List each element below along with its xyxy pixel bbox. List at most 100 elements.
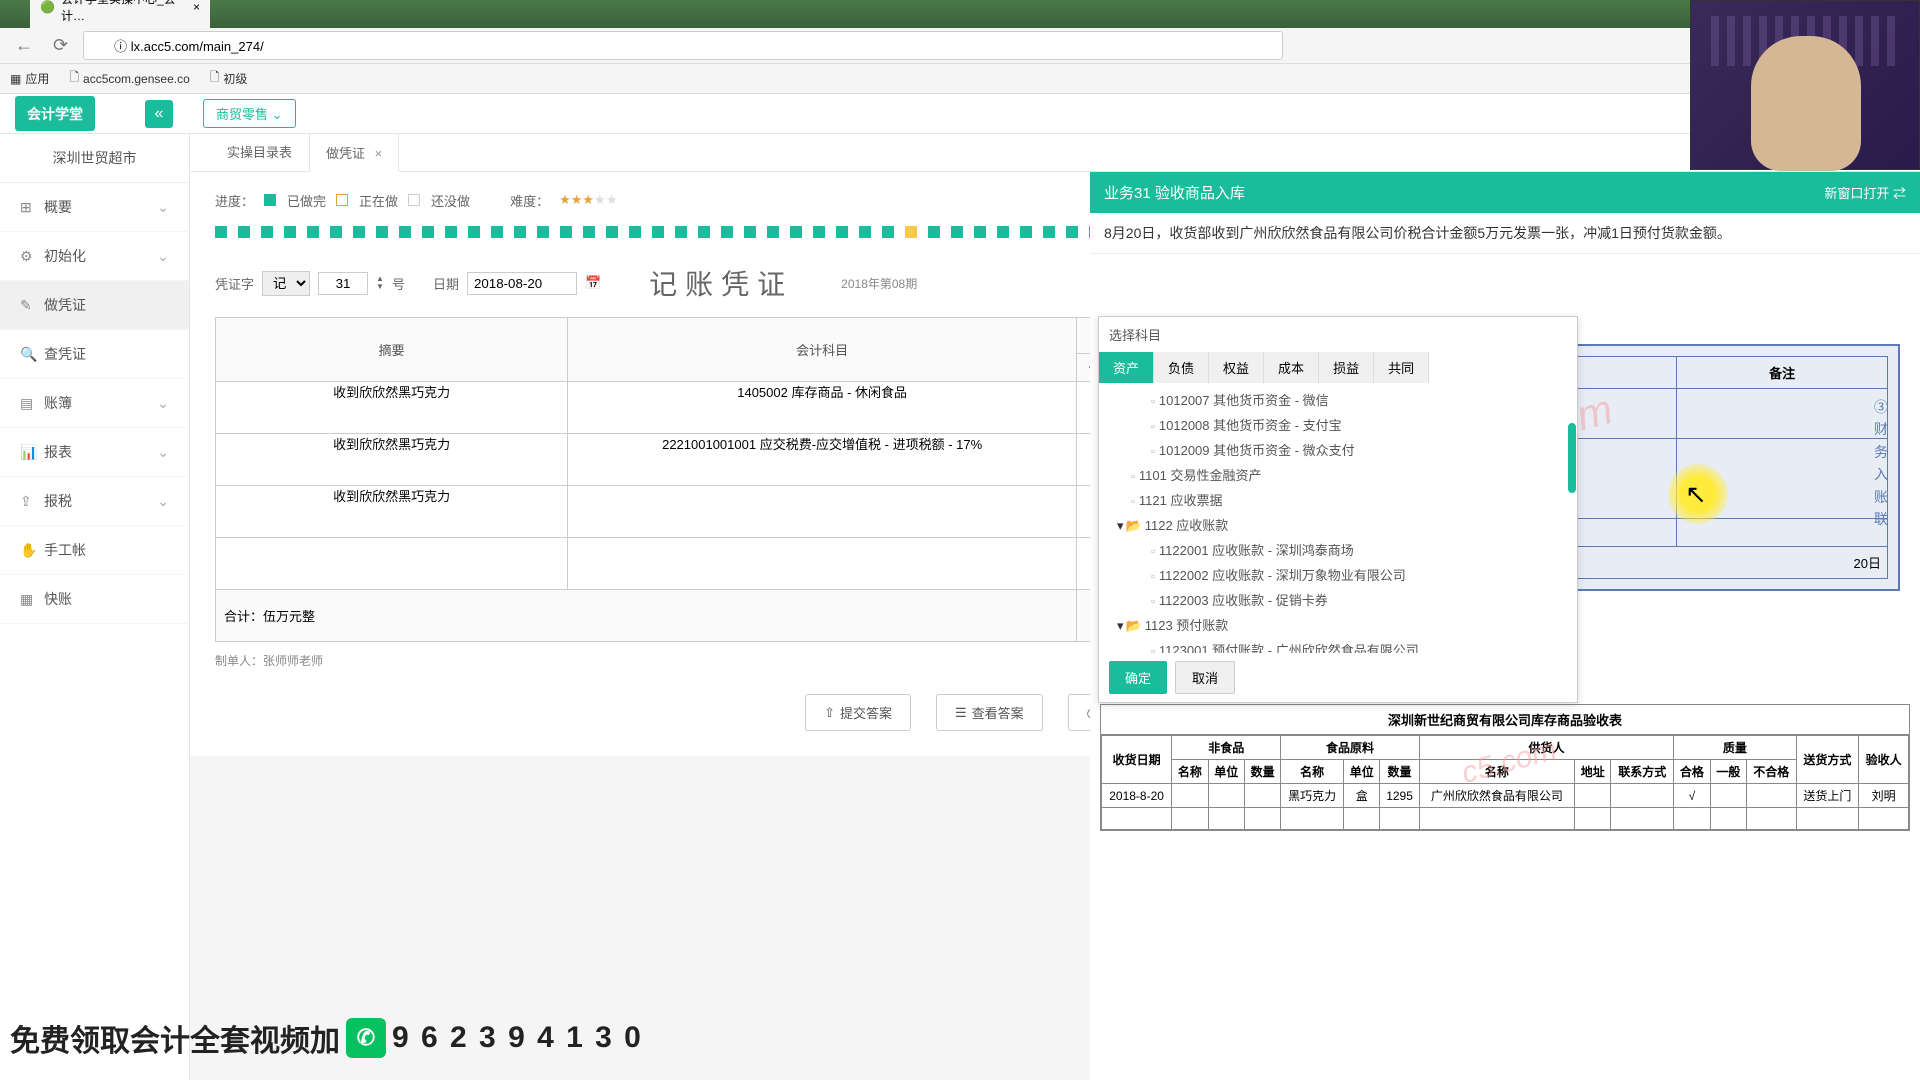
submit-answer-button[interactable]: ⇧提交答案 [805,694,911,731]
picker-tab[interactable]: 成本 [1264,352,1319,383]
sidebar-item[interactable]: 🔍查凭证 [0,330,189,379]
progress-cell[interactable] [537,226,549,238]
progress-cell[interactable] [353,226,365,238]
tree-item[interactable]: ▫1101 交易性金融资产 [1109,462,1567,487]
bookmark-item[interactable]: 🗋初级 [210,68,248,89]
progress-cell[interactable] [284,226,296,238]
browser-tab[interactable]: 🟢 会计学堂实操中心_会计… × [30,0,210,28]
picker-ok-button[interactable]: 确定 [1109,661,1167,694]
tree-item[interactable]: ▫1012009 其他货币资金 - 微众支付 [1109,437,1567,462]
progress-cell[interactable] [744,226,756,238]
bookmark-item[interactable]: 🗋acc5com.gensee.co [69,68,189,89]
progress-cell[interactable] [215,226,227,238]
picker-tab[interactable]: 损益 [1319,352,1374,383]
summary-cell[interactable] [216,538,568,590]
subject-cell[interactable] [568,538,1077,590]
tree-item[interactable]: ▫1012008 其他货币资金 - 支付宝 [1109,412,1567,437]
progress-cell[interactable] [721,226,733,238]
sidebar-item[interactable]: ⚙初始化⌄ [0,232,189,281]
progress-cell[interactable] [376,226,388,238]
progress-cell[interactable] [307,226,319,238]
picker-cancel-button[interactable]: 取消 [1175,661,1235,694]
subject-cell[interactable] [568,486,1077,538]
account-tree[interactable]: ▫1012007 其他货币资金 - 微信▫1012008 其他货币资金 - 支付… [1099,383,1577,653]
progress-cell[interactable] [1043,226,1055,238]
progress-cell[interactable] [951,226,963,238]
progress-cell[interactable] [675,226,687,238]
open-new-window-button[interactable]: 新窗口打开 ⇄ [1824,183,1906,202]
tab-close-icon[interactable]: × [193,0,200,14]
tree-item[interactable]: ▫1123001 预付账款 - 广州欣欣然食品有限公司 [1109,637,1567,653]
tree-item[interactable]: ▾📂1122 应收账款 [1109,512,1567,537]
collapse-icon[interactable]: ▾ [1117,518,1124,533]
sidebar-item[interactable]: ✋手工帐 [0,526,189,575]
calendar-icon[interactable]: 📅 [585,275,601,291]
progress-cell[interactable] [813,226,825,238]
picker-tab[interactable]: 负债 [1154,352,1209,383]
tree-item[interactable]: ▾📂1123 预付账款 [1109,612,1567,637]
progress-cell[interactable] [560,226,572,238]
progress-cell[interactable] [468,226,480,238]
sidebar-item[interactable]: ⊞概要⌄ [0,183,189,232]
sidebar-item[interactable]: 📊报表⌄ [0,428,189,477]
progress-cell[interactable] [514,226,526,238]
picker-tab[interactable]: 共同 [1374,352,1429,383]
app-logo[interactable]: 会计学堂 [15,96,95,131]
progress-cell[interactable] [261,226,273,238]
progress-cell[interactable] [882,226,894,238]
tree-item[interactable]: ▫1122001 应收账款 - 深圳鸿泰商场 [1109,537,1567,562]
close-icon[interactable]: × [375,146,383,161]
nav-back-icon[interactable]: ← [10,35,38,56]
progress-cell[interactable] [790,226,802,238]
progress-cell[interactable] [997,226,1009,238]
business-type-dropdown[interactable]: 商贸零售 ⌄ [203,99,296,128]
tree-item[interactable]: ▫1121 应收票据 [1109,487,1567,512]
num-down-icon[interactable]: ▼ [376,283,384,291]
progress-cell[interactable] [1066,226,1078,238]
summary-cell[interactable]: 收到欣欣然黑巧克力 [216,434,568,486]
sidebar-item[interactable]: ⇪报税⌄ [0,477,189,526]
tree-item[interactable]: ▫1122003 应收账款 - 促销卡券 [1109,587,1567,612]
progress-cell[interactable] [629,226,641,238]
progress-cell[interactable] [330,226,342,238]
progress-cell[interactable] [583,226,595,238]
sidebar-collapse-button[interactable]: « [145,100,173,128]
progress-cell[interactable] [974,226,986,238]
progress-cell[interactable] [859,226,871,238]
sidebar-item[interactable]: ▤账簿⌄ [0,379,189,428]
progress-cell[interactable] [1020,226,1032,238]
view-answer-button[interactable]: ☰查看答案 [936,694,1043,731]
progress-cell[interactable] [445,226,457,238]
sidebar-item[interactable]: ▦快账 [0,575,189,624]
progress-cell[interactable] [767,226,779,238]
subject-cell[interactable]: 1405002 库存商品 - 休闲食品 [568,382,1077,434]
voucher-type-select[interactable]: 记 [262,271,310,296]
summary-cell[interactable]: 收到欣欣然黑巧克力 [216,382,568,434]
scrollbar-thumb[interactable] [1568,423,1576,493]
nav-reload-icon[interactable]: ⟳ [48,35,73,56]
tab-voucher[interactable]: 做凭证 × [309,134,399,172]
tree-item[interactable]: ▫1012007 其他货币资金 - 微信 [1109,387,1567,412]
progress-cell[interactable] [238,226,250,238]
progress-cell[interactable] [606,226,618,238]
summary-cell[interactable]: 收到欣欣然黑巧克力 [216,486,568,538]
voucher-number-input[interactable] [318,272,368,295]
picker-tab[interactable]: 权益 [1209,352,1264,383]
tab-directory[interactable]: 实操目录表 [210,134,309,171]
collapse-icon[interactable]: ▾ [1117,618,1124,633]
tree-item[interactable]: ▫1122002 应收账款 - 深圳万象物业有限公司 [1109,562,1567,587]
progress-cell[interactable] [491,226,503,238]
progress-cell[interactable] [652,226,664,238]
subject-cell[interactable]: 2221001001001 应交税费-应交增值税 - 进项税额 - 17% [568,434,1077,486]
progress-cell[interactable] [422,226,434,238]
picker-tab[interactable]: 资产 [1099,352,1154,383]
date-input[interactable] [467,272,577,295]
progress-cell[interactable] [836,226,848,238]
progress-cell[interactable] [399,226,411,238]
bookmark-apps[interactable]: ▦应用 [10,70,49,87]
progress-cell[interactable] [698,226,710,238]
progress-cell[interactable] [905,226,917,238]
url-input[interactable]: ⓘ lx.acc5.com/main_274/ [83,31,1283,60]
progress-cell[interactable] [928,226,940,238]
sidebar-item[interactable]: ✎做凭证 [0,281,189,330]
